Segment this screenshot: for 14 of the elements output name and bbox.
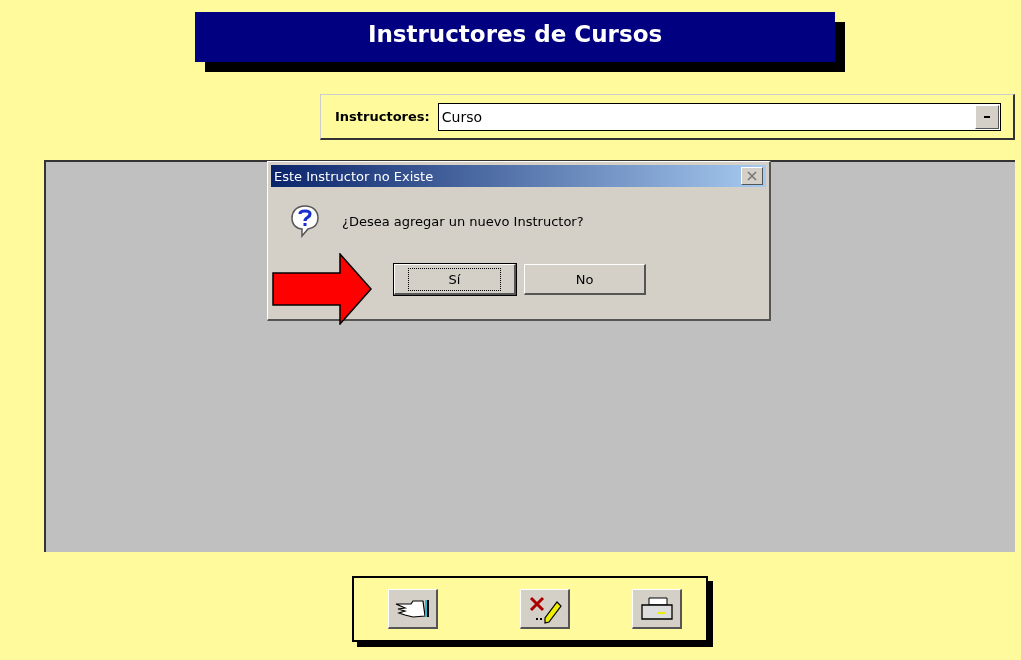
printer-button[interactable] bbox=[632, 589, 682, 629]
pointing-hand-button[interactable] bbox=[388, 589, 438, 629]
arrow-icon bbox=[272, 253, 372, 325]
dialog-button[interactable]: Sí bbox=[394, 264, 516, 295]
instructors-label: Instructores: bbox=[335, 109, 430, 124]
dropdown-button[interactable] bbox=[975, 104, 999, 129]
delete-edit-button[interactable] bbox=[520, 589, 570, 629]
instructor-dropdown[interactable]: Curso bbox=[437, 102, 1001, 131]
dialog-title: Este Instructor no Existe bbox=[274, 168, 434, 184]
question-bubble-icon bbox=[290, 204, 320, 238]
close-icon bbox=[746, 171, 758, 181]
dialog-button[interactable]: No bbox=[524, 264, 646, 295]
dialog-message: ¿Desea agregar un nuevo Instructor? bbox=[342, 213, 584, 229]
close-button[interactable] bbox=[741, 167, 763, 185]
